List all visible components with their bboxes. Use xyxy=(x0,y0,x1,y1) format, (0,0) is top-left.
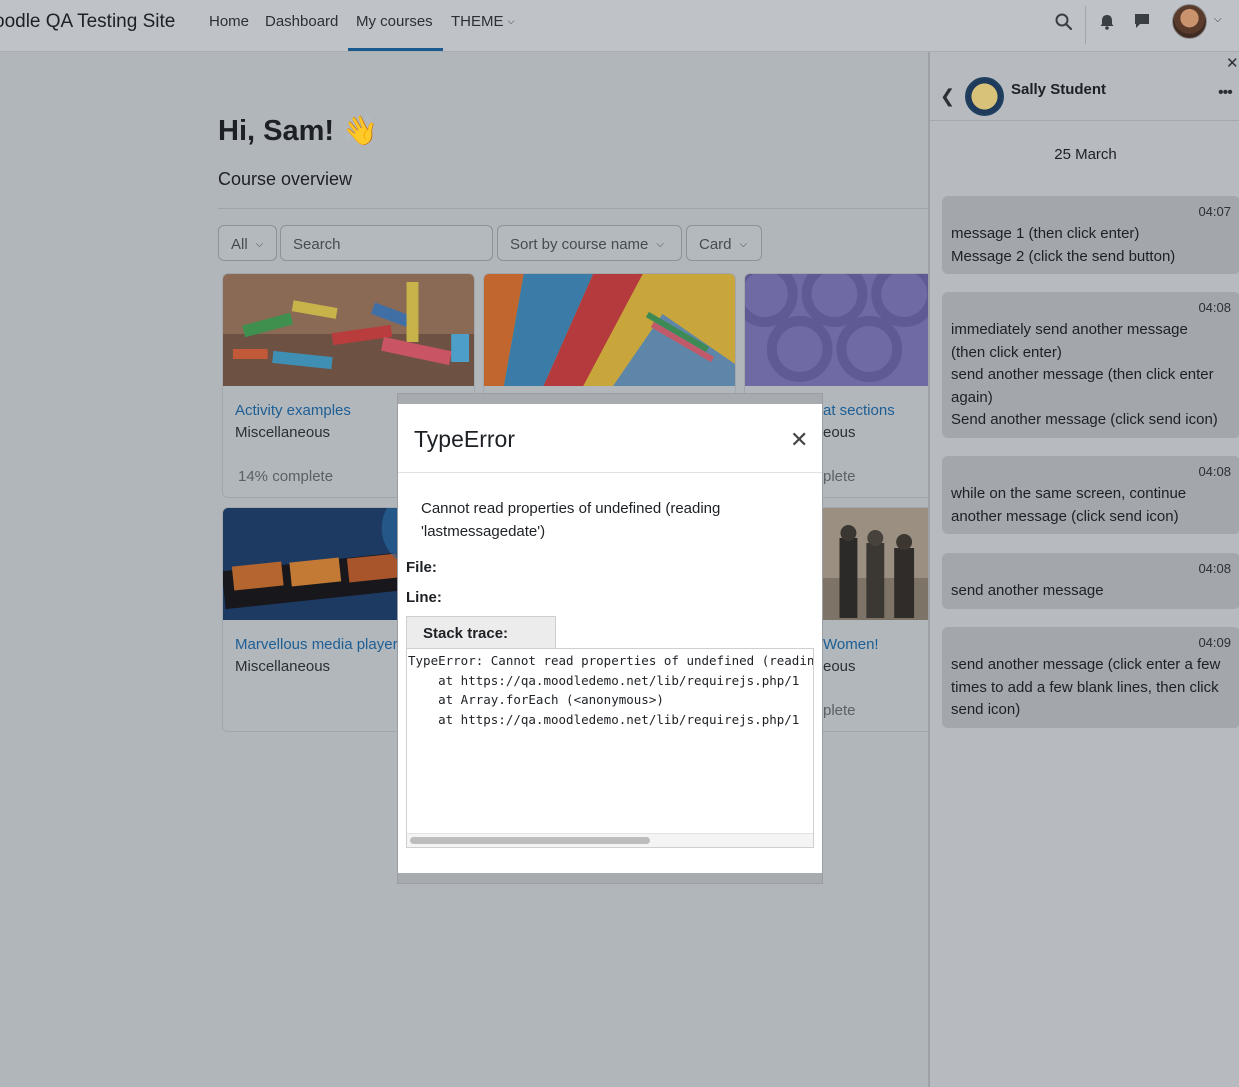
message-bubble: 04:07 message 1 (then click enter) Messa… xyxy=(942,196,1239,274)
course-image xyxy=(745,274,929,386)
conversation-date: 25 March xyxy=(1054,146,1117,163)
nav-home[interactable]: Home xyxy=(209,13,249,30)
search-placeholder: Search xyxy=(293,236,341,253)
sort-value: Sort by course name xyxy=(510,236,649,253)
nav-theme-label: THEME xyxy=(451,13,504,30)
course-category: eous xyxy=(823,424,856,441)
back-arrow-icon[interactable]: ❮ xyxy=(940,86,955,107)
stack-trace-text: TypeError: Cannot read properties of und… xyxy=(408,653,814,727)
course-progress: plete xyxy=(823,468,856,485)
chevron-down-icon: ⌵ xyxy=(739,239,748,250)
nav-theme[interactable]: THEME ⌵ xyxy=(451,13,515,30)
message-line: another message (click send icon) xyxy=(951,507,1179,525)
contact-name[interactable]: Sally Student xyxy=(1011,81,1106,98)
bell-icon[interactable] xyxy=(1097,12,1117,32)
course-category: Miscellaneous xyxy=(235,658,331,675)
course-overview-title: Course overview xyxy=(218,169,353,189)
grouping-dropdown[interactable]: All ⌵ xyxy=(218,225,277,261)
chevron-down-icon: ⌵ xyxy=(255,239,264,250)
course-image xyxy=(484,274,735,386)
course-link[interactable]: Marvellous media player xyxy=(235,636,398,653)
nav-my-courses[interactable]: My courses xyxy=(356,13,433,30)
message-time: 04:07 xyxy=(1198,204,1231,219)
message-bubble: 04:08 send another message xyxy=(942,553,1239,609)
nav-dashboard[interactable]: Dashboard xyxy=(265,13,338,30)
error-dialog: TypeError ✕ Cannot read properties of un… xyxy=(398,404,822,873)
stack-trace-tab[interactable]: Stack trace: xyxy=(406,616,556,649)
stack-trace-box[interactable]: TypeError: Cannot read properties of und… xyxy=(406,648,814,848)
file-label: File: xyxy=(406,559,437,576)
more-options-icon[interactable]: ••• xyxy=(1218,84,1233,102)
course-link[interactable]: at sections xyxy=(823,402,895,419)
message-line: while on the same screen, continue xyxy=(951,485,1187,502)
search-icon[interactable] xyxy=(1054,12,1074,32)
course-link[interactable]: Activity examples xyxy=(235,402,351,419)
message-line: again) xyxy=(951,388,993,406)
user-menu-chevron-icon[interactable]: ⌵ xyxy=(1214,14,1222,25)
sort-dropdown[interactable]: Sort by course name ⌵ xyxy=(497,225,682,261)
message-time: 04:08 xyxy=(1198,561,1231,576)
error-message: Cannot read properties of undefined (rea… xyxy=(421,500,721,540)
message-line: Message 2 (click the send button) xyxy=(951,247,1176,265)
view-dropdown[interactable]: Card ⌵ xyxy=(686,225,762,261)
message-line: send another message (then click enter xyxy=(951,366,1214,383)
message-bubble: 04:08 immediately send another message (… xyxy=(942,292,1239,438)
horizontal-scrollbar[interactable] xyxy=(407,833,813,847)
course-image xyxy=(223,274,474,386)
message-time: 04:09 xyxy=(1198,635,1231,650)
message-line: send icon) xyxy=(951,701,1021,718)
message-line: times to add a few blank lines, then cli… xyxy=(951,678,1219,696)
navbar-divider xyxy=(1085,6,1086,44)
messaging-drawer: ✕ ❮ Sally Student ••• 25 March 04:07 mes… xyxy=(928,52,1239,1087)
grouping-value: All xyxy=(231,236,248,253)
course-progress: 14% complete xyxy=(238,468,334,485)
user-avatar[interactable] xyxy=(1172,4,1207,39)
greeting-heading: Hi, Sam! 👋 xyxy=(218,115,379,147)
message-line: send another message (click enter a few xyxy=(951,656,1221,673)
active-nav-indicator xyxy=(348,48,443,51)
message-time: 04:08 xyxy=(1198,464,1231,479)
message-line: send another message xyxy=(951,582,1104,599)
message-time: 04:08 xyxy=(1198,300,1231,315)
course-category: Miscellaneous xyxy=(235,424,331,441)
section-divider xyxy=(218,208,929,209)
chevron-down-icon: ⌵ xyxy=(507,16,515,26)
message-line: immediately send another message xyxy=(951,321,1188,338)
line-label: Line: xyxy=(406,589,442,606)
message-line: (then click enter) xyxy=(951,343,1062,361)
course-search-input[interactable]: Search xyxy=(280,225,493,261)
message-line: message 1 (then click enter) xyxy=(951,225,1140,242)
close-icon[interactable]: ✕ xyxy=(790,429,808,451)
contact-avatar[interactable] xyxy=(965,77,1004,116)
dialog-divider xyxy=(398,472,822,473)
conversation-header: ❮ Sally Student ••• xyxy=(930,68,1239,121)
message-bubble: 04:09 send another message (click enter … xyxy=(942,627,1239,728)
chat-icon[interactable] xyxy=(1132,11,1152,31)
course-category: eous xyxy=(823,658,856,675)
message-line: Send another message (click send icon) xyxy=(951,411,1218,428)
course-progress: plete xyxy=(823,702,856,719)
message-bubble: 04:08 while on the same screen, continue… xyxy=(942,456,1239,534)
dialog-title: TypeError xyxy=(414,426,515,452)
chevron-down-icon: ⌵ xyxy=(656,239,664,250)
course-link[interactable]: Women! xyxy=(823,636,879,653)
scrollbar-thumb[interactable] xyxy=(410,837,650,844)
view-value: Card xyxy=(699,236,732,253)
site-name[interactable]: oodle QA Testing Site xyxy=(0,11,175,33)
top-navbar: oodle QA Testing Site Home Dashboard My … xyxy=(0,0,1239,52)
